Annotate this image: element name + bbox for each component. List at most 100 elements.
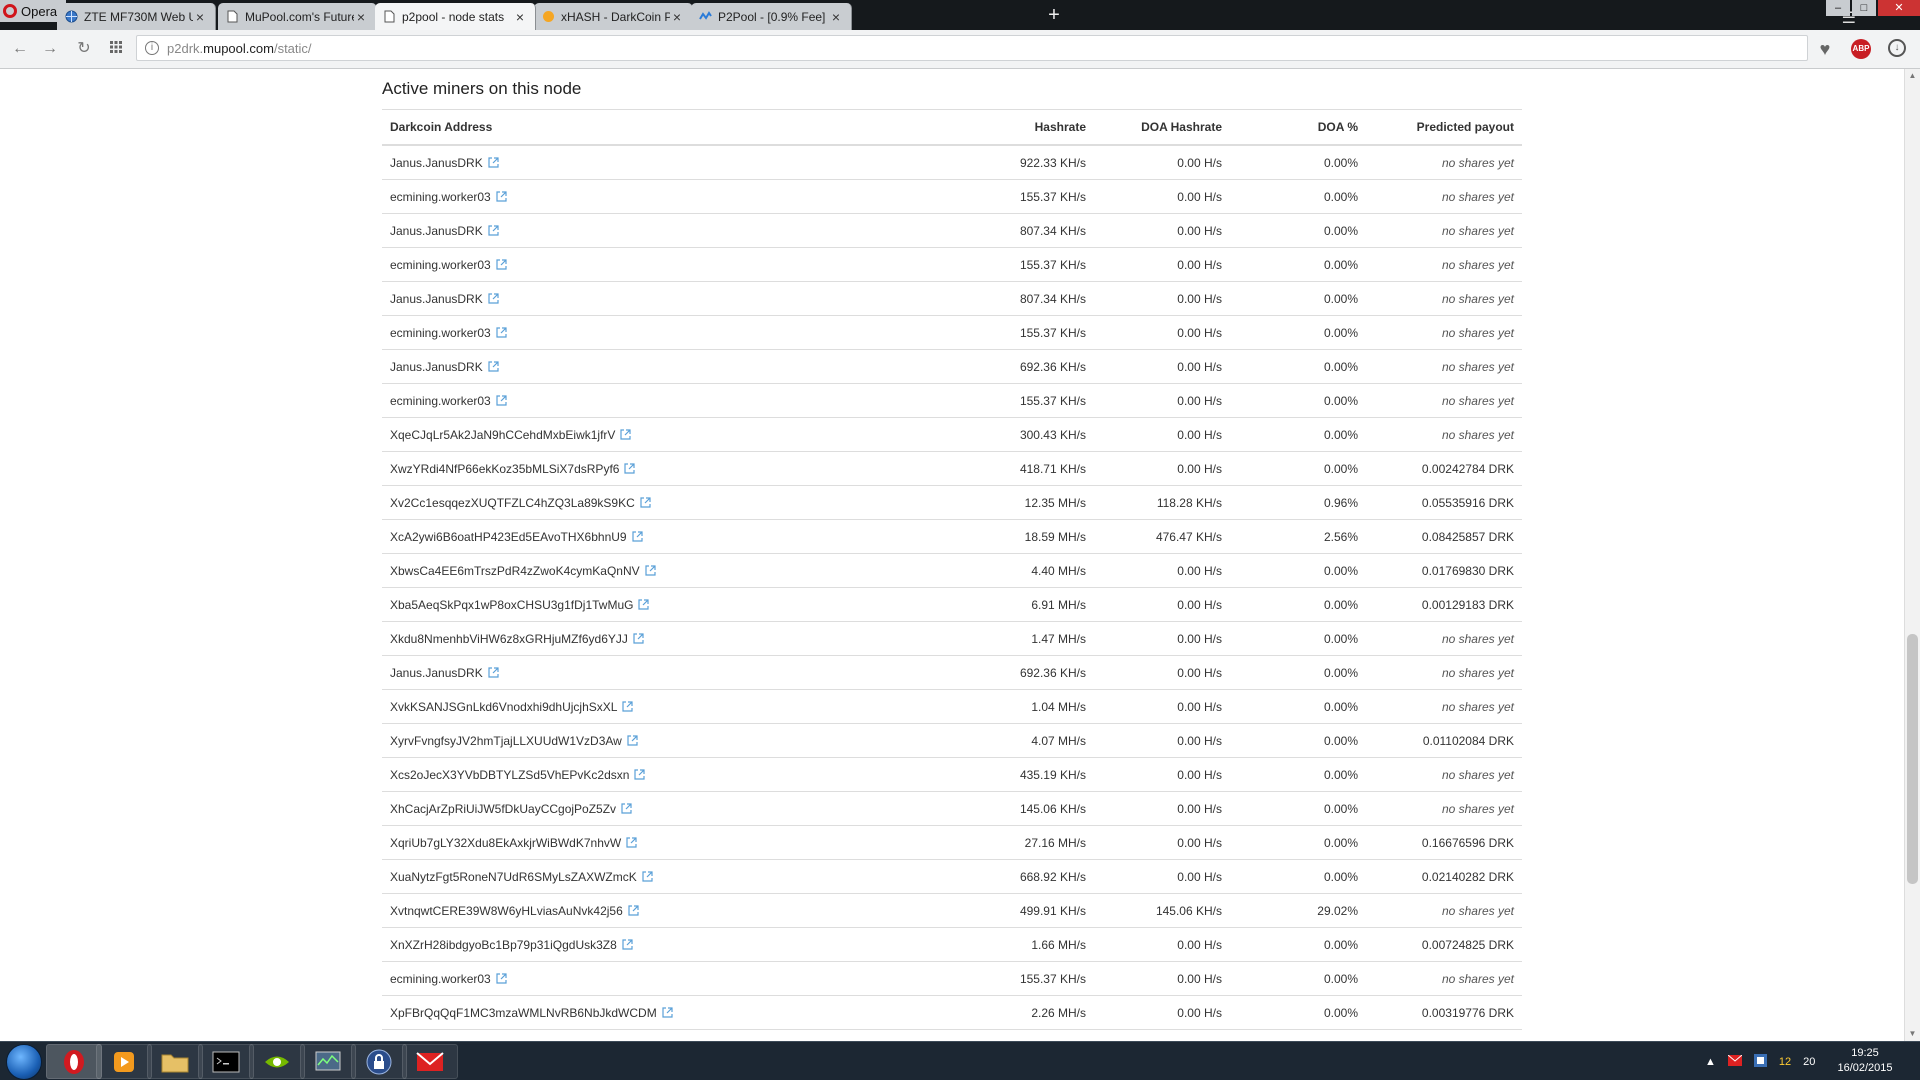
site-info-icon[interactable]: i (145, 41, 159, 55)
hashrate-cell: 1.66 MH/s (958, 927, 1094, 962)
external-link-icon[interactable] (640, 496, 651, 508)
windows-start-button[interactable] (6, 1044, 42, 1080)
external-link-icon[interactable] (662, 1006, 673, 1018)
miner-address: XuaNytzFgt5RoneN7UdR6SMyLsZAXWZmcK (390, 869, 637, 884)
hashrate-cell: 155.37 KH/s (958, 961, 1094, 996)
external-link-icon[interactable] (638, 598, 650, 610)
external-link-icon[interactable] (628, 904, 639, 916)
mail-notification-icon[interactable] (1727, 1054, 1743, 1069)
tab-xhash-darkcoin-pool[interactable]: xHASH - DarkCoin Pool - × (534, 3, 693, 30)
speed-dial-grid-icon[interactable] (106, 39, 126, 59)
adblock-plus-icon[interactable]: ABP (1851, 39, 1871, 59)
browser-tab-strip: Opera ZTE MF730M Web UI × MuPool.com's F… (0, 0, 1920, 30)
network-icon[interactable] (1753, 1053, 1767, 1070)
media-player-icon[interactable] (96, 1044, 152, 1079)
tab-mupool-future[interactable]: MuPool.com's Future × (218, 3, 377, 30)
miner-address: XyrvFvngfsyJV2hmTjajLLXUUdW1VzD3Aw (390, 733, 622, 748)
close-tab-icon[interactable]: × (513, 9, 527, 25)
external-link-icon[interactable] (634, 768, 646, 780)
task-manager-icon[interactable] (300, 1044, 356, 1079)
external-link-icon[interactable] (633, 632, 644, 644)
reload-icon[interactable]: ↻ (74, 39, 94, 59)
hashrate-cell: 692.36 KH/s (958, 349, 1094, 384)
external-link-icon[interactable] (496, 326, 507, 338)
scroll-up-arrow-icon[interactable]: ▲ (1905, 69, 1920, 83)
mupool-icon (699, 10, 712, 23)
doa-percent-cell: 0.00% (1230, 315, 1366, 350)
external-link-icon[interactable] (496, 394, 507, 406)
external-link-icon[interactable] (496, 972, 507, 984)
doa-hashrate-cell: 0.00 H/s (1094, 927, 1230, 962)
command-prompt-icon[interactable] (198, 1044, 254, 1079)
table-row: ecmining.worker03 155.37 KH/s 0.00 H/s 0.00… (382, 383, 1522, 418)
tab-p2pool-mupool[interactable]: P2Pool - [0.9% Fee] MuPo × (691, 3, 852, 30)
new-tab-plus-icon[interactable]: + (1044, 4, 1064, 26)
download-icon[interactable]: ↓ (1888, 39, 1906, 57)
predicted-payout-cell: no shares yet (1366, 655, 1522, 690)
external-link-icon[interactable] (488, 666, 499, 678)
nvidia-icon[interactable] (249, 1044, 305, 1079)
external-link-icon[interactable] (620, 428, 632, 440)
close-tab-icon[interactable]: × (829, 9, 843, 25)
doa-hashrate-cell: 0.00 H/s (1094, 655, 1230, 690)
external-link-icon[interactable] (645, 564, 656, 576)
doa-hashrate-cell: 0.00 H/s (1094, 383, 1230, 418)
vpn-lock-icon[interactable] (351, 1044, 407, 1079)
miner-address: XhCacjArZpRiUiJW5fDkUayCCgojPoZ5Zv (390, 801, 617, 816)
clock-date: 16/02/2015 (1837, 1062, 1893, 1074)
doa-percent-cell: 0.00% (1230, 451, 1366, 486)
minimize-icon[interactable]: – (1826, 0, 1850, 16)
maximize-icon[interactable]: □ (1852, 0, 1876, 16)
column-header-doa-percent: DOA % (1230, 109, 1366, 146)
back-arrow-icon[interactable]: ← (10, 39, 30, 59)
mail-icon[interactable] (402, 1044, 458, 1079)
close-tab-icon[interactable]: × (354, 9, 368, 25)
external-link-icon[interactable] (622, 938, 633, 950)
miner-address: XnXZrH28ibdgyoBc1Bp79p31iQgdUsk3Z8 (390, 937, 617, 952)
forward-arrow-icon[interactable]: → (40, 39, 60, 59)
miner-address: XqriUb7gLY32Xdu8EkAxkjrWiBWdK7nhvW (390, 835, 622, 850)
external-link-icon[interactable] (488, 292, 499, 304)
external-link-icon[interactable] (621, 802, 632, 814)
file-explorer-icon[interactable] (147, 1044, 203, 1079)
external-link-icon[interactable] (622, 700, 634, 712)
miner-address: ecmining.worker03 (390, 393, 491, 408)
external-link-icon[interactable] (496, 258, 507, 270)
table-row: Xv2Cc1esqqezXUQTFZLC4hZQ3La89kS9KC 12.35 … (382, 485, 1522, 520)
miner-address: Janus.JanusDRK (390, 155, 483, 170)
external-link-icon[interactable] (631, 530, 643, 542)
external-link-icon[interactable] (488, 156, 499, 168)
window-close-icon[interactable]: ✕ (1878, 0, 1920, 16)
close-tab-icon[interactable]: × (193, 9, 207, 25)
external-link-icon[interactable] (626, 836, 637, 848)
tab-title: xHASH - DarkCoin Pool - (561, 9, 670, 24)
doa-percent-cell: 0.00% (1230, 587, 1366, 622)
tab-p2pool-node-stats[interactable]: p2pool - node stats × (375, 3, 536, 30)
scrollbar-thumb[interactable] (1907, 634, 1918, 884)
predicted-payout-cell: no shares yet (1366, 621, 1522, 656)
doa-percent-cell: 0.00% (1230, 995, 1366, 1030)
hashrate-cell: 1.04 MH/s (958, 689, 1094, 724)
miners-table: Darkcoin Address Hashrate DOA Hashrate D… (382, 109, 1522, 1030)
predicted-payout-cell: 0.00319776 DRK (1366, 995, 1522, 1030)
external-link-icon[interactable] (627, 734, 638, 746)
address-field[interactable]: i p2drk.mupool.com/static/ (136, 35, 1808, 61)
external-link-icon[interactable] (496, 190, 507, 202)
external-link-icon[interactable] (488, 224, 499, 236)
close-tab-icon[interactable]: × (670, 9, 684, 25)
opera-icon[interactable] (46, 1044, 102, 1079)
heart-bookmark-icon[interactable]: ♥ (1814, 38, 1836, 60)
tab-zte-web-ui[interactable]: ZTE MF730M Web UI × (57, 3, 216, 30)
show-hidden-icons-icon[interactable]: ▲ (1705, 1056, 1716, 1068)
scroll-down-arrow-icon[interactable]: ▼ (1905, 1027, 1920, 1041)
taskbar-clock[interactable]: 19:25 16/02/2015 (1830, 1046, 1900, 1076)
doa-hashrate-cell: 0.00 H/s (1094, 417, 1230, 452)
table-row: XqriUb7gLY32Xdu8EkAxkjrWiBWdK7nhvW 27.16 … (382, 825, 1522, 860)
external-link-icon[interactable] (642, 870, 653, 882)
external-link-icon[interactable] (624, 462, 636, 474)
doa-hashrate-cell: 0.00 H/s (1094, 689, 1230, 724)
external-link-icon[interactable] (488, 360, 499, 372)
vertical-scrollbar[interactable]: ▲ ▼ (1904, 69, 1920, 1041)
miner-address: Xkdu8NmenhbViHW6z8xGRHjuMZf6yd6YJJ (390, 631, 628, 646)
doa-percent-cell: 0.00% (1230, 723, 1366, 758)
